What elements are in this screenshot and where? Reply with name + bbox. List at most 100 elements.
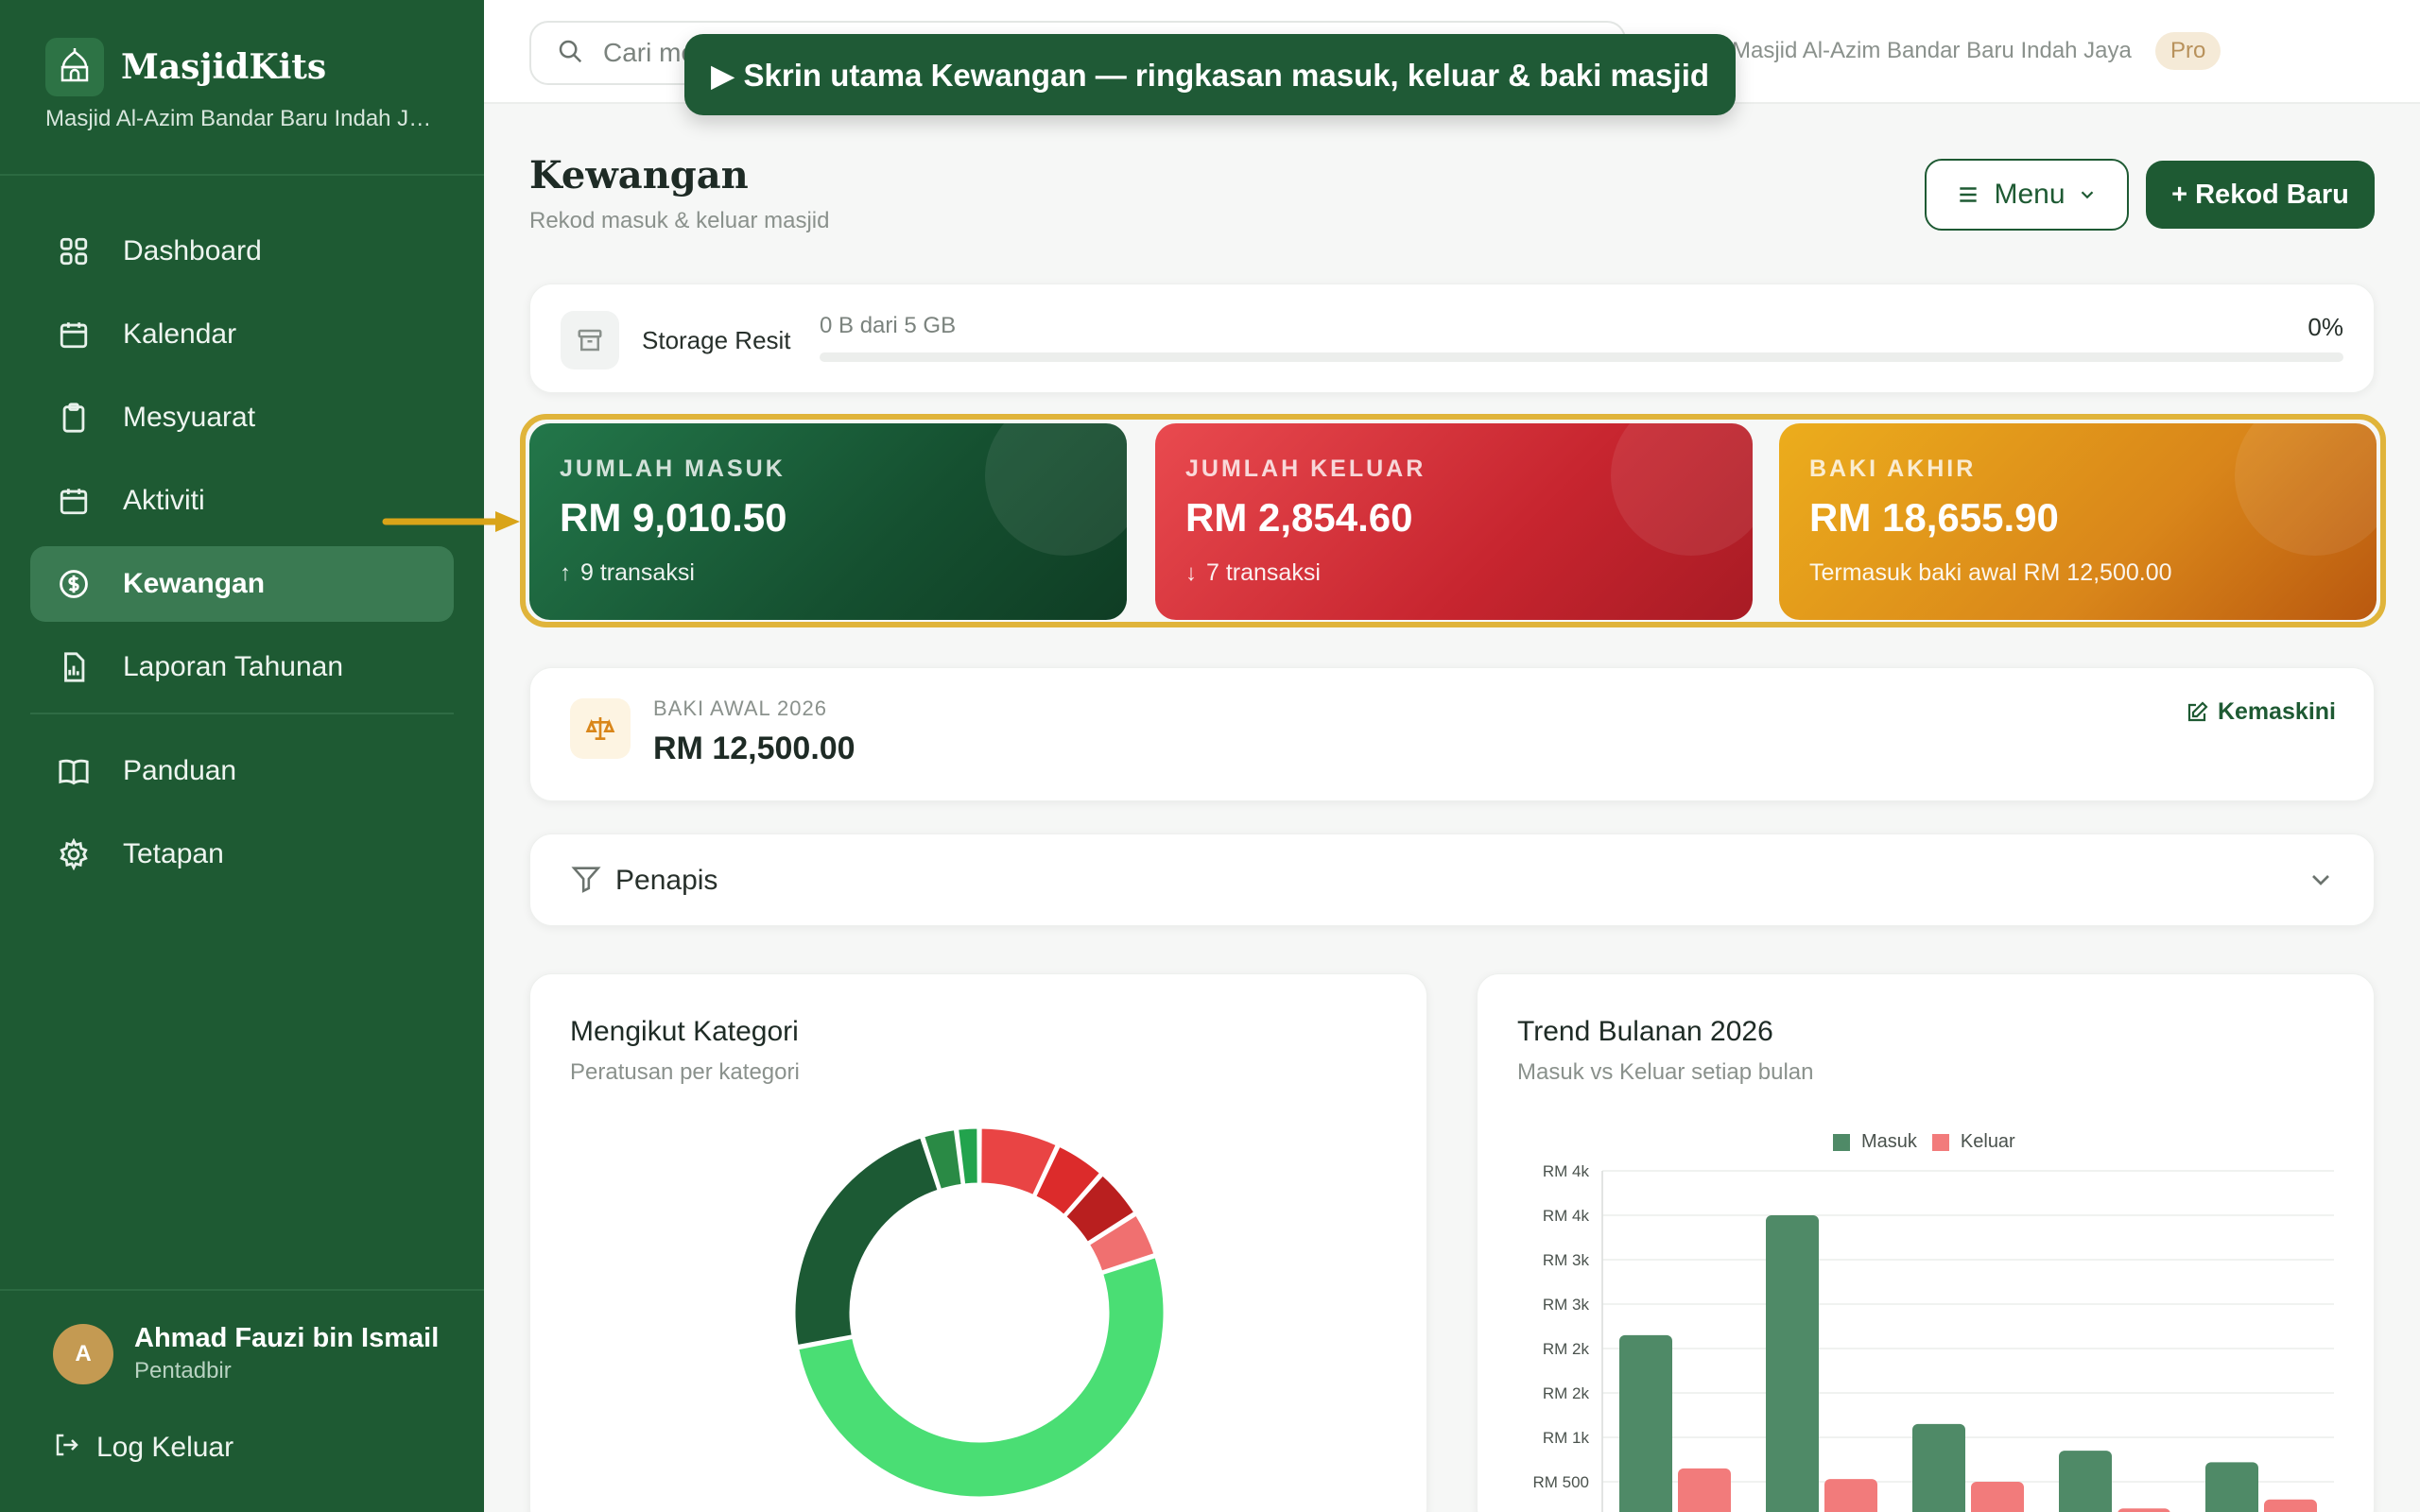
menu-button[interactable]: Menu: [1925, 159, 2129, 231]
y-tick-label: RM 3k: [1543, 1296, 1590, 1314]
storage-label: Storage Resit: [642, 326, 791, 354]
divider: [30, 713, 454, 714]
stat-sub-row: Termasuk baki awal RM 12,500.00: [1809, 559, 2172, 587]
filter-label: Penapis: [615, 865, 718, 896]
bar-masuk-4[interactable]: [2205, 1462, 2258, 1512]
user-role: Pentadbir: [134, 1358, 232, 1383]
bar-masuk-3[interactable]: [2059, 1451, 2112, 1512]
brand-name: MasjidKits: [121, 47, 327, 87]
sidebar-item-laporan-tahunan[interactable]: Laporan Tahunan: [30, 629, 454, 705]
sidebar-item-panduan[interactable]: Panduan: [30, 733, 454, 809]
y-tick-label: RM 1k: [1543, 1429, 1590, 1447]
y-tick-label: RM 4k: [1543, 1162, 1590, 1180]
sidebar-item-label: Mesyuarat: [123, 402, 256, 433]
y-tick-label: RM 500: [1532, 1473, 1589, 1491]
brand[interactable]: MasjidKits: [45, 38, 326, 96]
stat-sub: 9 transaksi: [580, 559, 695, 586]
page-subtitle: Rekod masuk & keluar masjid: [529, 208, 830, 233]
opening-balance-label: BAKI AWAL 2026: [653, 696, 827, 720]
stat-label: JUMLAH MASUK: [560, 455, 786, 482]
stat-value: RM 9,010.50: [560, 495, 787, 540]
page-title: Kewangan: [529, 153, 749, 198]
scale-icon: [570, 698, 631, 759]
bar-keluar-3[interactable]: [2118, 1508, 2170, 1512]
sidebar-mosque-name: Masjid Al-Azim Bandar Baru Indah Jaya: [45, 106, 442, 131]
book-icon: [55, 752, 93, 790]
storage-progress-bar: [820, 352, 2343, 362]
archive-icon: [561, 311, 619, 369]
calendar-icon: [55, 316, 93, 353]
grid-icon: [55, 232, 93, 270]
divider: [0, 1289, 484, 1291]
user-name: Ahmad Fauzi bin Ismail: [134, 1323, 440, 1353]
hamburger-icon: [1956, 182, 1980, 207]
chevron-down-icon: [2306, 865, 2336, 900]
menu-label: Menu: [1994, 179, 2066, 210]
bar-masuk-1[interactable]: [1766, 1215, 1819, 1512]
sidebar-item-label: Panduan: [123, 755, 237, 786]
avatar: A: [53, 1323, 113, 1384]
sidebar: MasjidKits Masjid Al-Azim Bandar Baru In…: [0, 0, 484, 1512]
sidebar-item-label: Aktiviti: [123, 485, 205, 516]
sidebar-item-tetapan[interactable]: Tetapan: [30, 816, 454, 892]
category-chart-card: Mengikut Kategori Peratusan per kategori: [529, 973, 1427, 1512]
sidebar-item-label: Tetapan: [123, 838, 224, 869]
logout-button[interactable]: Log Keluar: [53, 1431, 233, 1464]
total-expense-card[interactable]: JUMLAH KELUAR RM 2,854.60 ↓ 7 transaksi: [1155, 423, 1753, 620]
bar-chart: RM 4k RM 4k RM 3k RM 3k RM 2k RM 2k RM 1k RM 50…: [1532, 1162, 2334, 1512]
bar-masuk-0[interactable]: [1619, 1334, 1672, 1512]
opening-balance-value: RM 12,500.00: [653, 730, 856, 766]
y-tick-label: RM 2k: [1543, 1340, 1590, 1358]
donut-chart: [792, 1125, 1167, 1500]
user-profile[interactable]: A Ahmad Fauzi bin Ismail Pentadbir: [53, 1323, 439, 1384]
stat-sub: 7 transaksi: [1206, 559, 1321, 586]
sidebar-item-kalendar[interactable]: Kalendar: [30, 297, 454, 372]
y-tick-label: RM 4k: [1543, 1207, 1590, 1225]
sidebar-item-label: Dashboard: [123, 235, 262, 266]
filter-panel-toggle[interactable]: Penapis: [529, 833, 2375, 926]
chevron-down-icon: [2077, 184, 2098, 205]
divider: [0, 174, 484, 176]
new-record-button[interactable]: + Rekod Baru: [2146, 161, 2375, 229]
sidebar-item-mesyuarat[interactable]: Mesyuarat: [30, 380, 454, 455]
calendar-icon: [55, 482, 93, 520]
report-icon: [55, 648, 93, 686]
clipboard-icon: [55, 399, 93, 437]
sidebar-nav: Dashboard Kalendar Mesyuarat Aktiviti Ke…: [30, 214, 454, 900]
edit-opening-balance-button[interactable]: Kemaskini: [2186, 698, 2336, 726]
bar-keluar-0[interactable]: [1678, 1468, 1731, 1512]
monthly-trend-card: Trend Bulanan 2026 Masuk vs Keluar setia…: [1477, 973, 2375, 1512]
sidebar-item-label: Laporan Tahunan: [123, 651, 343, 682]
gear-icon: [55, 835, 93, 873]
edit-label: Kemaskini: [2217, 698, 2336, 725]
stat-value: RM 2,854.60: [1185, 495, 1413, 540]
stat-sub-row: ↓ 7 transaksi: [1185, 559, 1321, 587]
sidebar-item-dashboard[interactable]: Dashboard: [30, 214, 454, 289]
stat-label: JUMLAH KELUAR: [1185, 455, 1426, 482]
bar-masuk-2[interactable]: [1912, 1423, 1965, 1512]
sidebar-item-kewangan[interactable]: Kewangan: [30, 546, 454, 622]
pie-slice-5[interactable]: [792, 1135, 942, 1349]
plan-badge: Pro: [2155, 32, 2221, 70]
bar-keluar-2[interactable]: [1971, 1482, 2024, 1512]
logout-label: Log Keluar: [96, 1431, 234, 1463]
opening-balance-card: BAKI AWAL 2026 RM 12,500.00 Kemaskini: [529, 667, 2375, 801]
arrow-up-icon: ↑: [560, 559, 571, 586]
tutorial-banner: ▶ Skrin utama Kewangan — ringkasan masuk…: [684, 34, 1736, 115]
bar-keluar-1[interactable]: [1824, 1479, 1877, 1512]
y-tick-label: RM 2k: [1543, 1384, 1590, 1402]
y-tick-label: RM 3k: [1543, 1251, 1590, 1269]
final-balance-card[interactable]: BAKI AKHIR RM 18,655.90 Termasuk baki aw…: [1779, 423, 2377, 620]
sidebar-item-label: Kewangan: [123, 568, 266, 599]
bar-keluar-4[interactable]: [2264, 1499, 2317, 1512]
logout-icon: [53, 1431, 81, 1464]
search-icon: [556, 37, 584, 70]
filter-icon: [570, 863, 602, 900]
stat-label: BAKI AKHIR: [1809, 455, 1977, 482]
storage-used: 0 B dari 5 GB: [820, 313, 957, 338]
storage-percent: 0%: [2308, 313, 2343, 341]
stat-sub-row: ↑ 9 transaksi: [560, 559, 695, 587]
total-income-card[interactable]: JUMLAH MASUK RM 9,010.50 ↑ 9 transaksi: [529, 423, 1127, 620]
sidebar-item-label: Kalendar: [123, 318, 237, 350]
edit-icon: [2186, 700, 2208, 724]
